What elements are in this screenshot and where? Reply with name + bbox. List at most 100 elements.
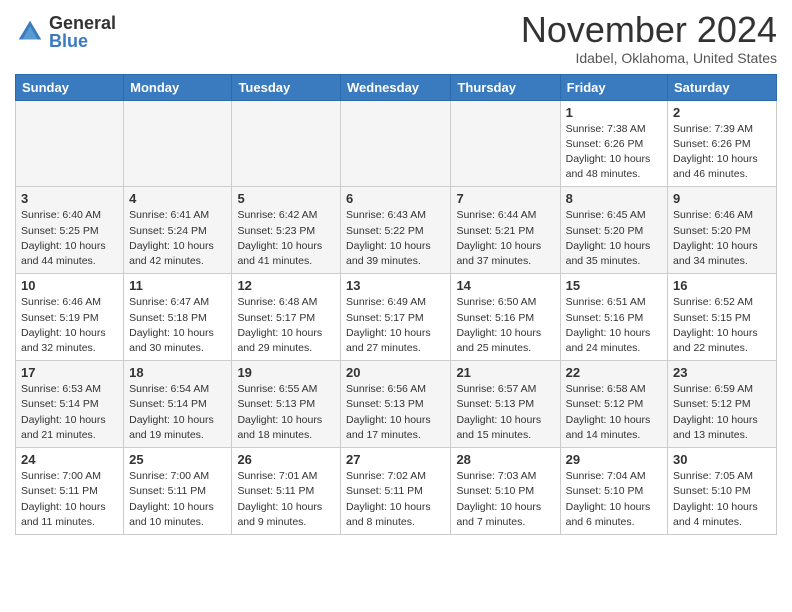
day-number: 8 (566, 191, 662, 206)
day-info: Sunrise: 7:05 AM Sunset: 5:10 PM Dayligh… (673, 469, 771, 530)
day-number: 29 (566, 452, 662, 467)
calendar-day: 1 Sunrise: 7:38 AM Sunset: 6:26 PM Daylig… (560, 100, 667, 187)
page-container: General Blue November 2024 Idabel, Oklah… (0, 0, 792, 550)
calendar-day: 23 Sunrise: 6:59 AM Sunset: 5:12 PM Dayli… (668, 361, 777, 448)
calendar-day (124, 100, 232, 187)
calendar-day: 22 Sunrise: 6:58 AM Sunset: 5:12 PM Dayli… (560, 361, 667, 448)
day-info: Sunrise: 6:51 AM Sunset: 5:16 PM Dayligh… (566, 295, 662, 356)
day-number: 14 (456, 278, 554, 293)
day-info: Sunrise: 6:58 AM Sunset: 5:12 PM Dayligh… (566, 382, 662, 443)
day-number: 12 (237, 278, 335, 293)
day-info: Sunrise: 6:52 AM Sunset: 5:15 PM Dayligh… (673, 295, 771, 356)
calendar-day: 28 Sunrise: 7:03 AM Sunset: 5:10 PM Dayli… (451, 448, 560, 535)
day-number: 20 (346, 365, 445, 380)
day-info: Sunrise: 6:54 AM Sunset: 5:14 PM Dayligh… (129, 382, 226, 443)
calendar-header-saturday: Saturday (668, 74, 777, 100)
location: Idabel, Oklahoma, United States (521, 50, 777, 66)
page-header: General Blue November 2024 Idabel, Oklah… (15, 10, 777, 66)
calendar-day (341, 100, 451, 187)
calendar-day: 20 Sunrise: 6:56 AM Sunset: 5:13 PM Dayli… (341, 361, 451, 448)
calendar-day: 2Sunrise: 7:39 AM Sunset: 6:26 PM Daylig… (668, 100, 777, 187)
logo-icon (15, 17, 45, 47)
day-number: 6 (346, 191, 445, 206)
day-info: Sunrise: 7:39 AM Sunset: 6:26 PM Dayligh… (673, 122, 771, 183)
day-info: Sunrise: 7:04 AM Sunset: 5:10 PM Dayligh… (566, 469, 662, 530)
calendar-week-1: 1 Sunrise: 7:38 AM Sunset: 6:26 PM Daylig… (16, 100, 777, 187)
calendar-day: 3Sunrise: 6:40 AM Sunset: 5:25 PM Daylig… (16, 187, 124, 274)
calendar-day: 21Sunrise: 6:57 AM Sunset: 5:13 PM Dayli… (451, 361, 560, 448)
day-number: 16 (673, 278, 771, 293)
day-info: Sunrise: 6:41 AM Sunset: 5:24 PM Dayligh… (129, 208, 226, 269)
calendar-table: SundayMondayTuesdayWednesdayThursdayFrid… (15, 74, 777, 535)
day-info: Sunrise: 7:00 AM Sunset: 5:11 PM Dayligh… (21, 469, 118, 530)
calendar-day (451, 100, 560, 187)
calendar-day: 9Sunrise: 6:46 AM Sunset: 5:20 PM Daylig… (668, 187, 777, 274)
day-number: 28 (456, 452, 554, 467)
calendar-week-3: 10 Sunrise: 6:46 AM Sunset: 5:19 PM Dayli… (16, 274, 777, 361)
day-info: Sunrise: 6:45 AM Sunset: 5:20 PM Dayligh… (566, 208, 662, 269)
calendar-day: 18Sunrise: 6:54 AM Sunset: 5:14 PM Dayli… (124, 361, 232, 448)
day-number: 21 (456, 365, 554, 380)
calendar-week-4: 17 Sunrise: 6:53 AM Sunset: 5:14 PM Dayli… (16, 361, 777, 448)
day-number: 26 (237, 452, 335, 467)
day-info: Sunrise: 6:56 AM Sunset: 5:13 PM Dayligh… (346, 382, 445, 443)
calendar-day: 7 Sunrise: 6:44 AM Sunset: 5:21 PM Daylig… (451, 187, 560, 274)
calendar-header-wednesday: Wednesday (341, 74, 451, 100)
day-info: Sunrise: 6:47 AM Sunset: 5:18 PM Dayligh… (129, 295, 226, 356)
logo-blue-text: Blue (49, 32, 116, 50)
month-title: November 2024 (521, 10, 777, 50)
day-info: Sunrise: 6:59 AM Sunset: 5:12 PM Dayligh… (673, 382, 771, 443)
day-number: 1 (566, 105, 662, 120)
day-info: Sunrise: 6:44 AM Sunset: 5:21 PM Dayligh… (456, 208, 554, 269)
day-number: 7 (456, 191, 554, 206)
calendar-day: 25 Sunrise: 7:00 AM Sunset: 5:11 PM Dayli… (124, 448, 232, 535)
day-number: 25 (129, 452, 226, 467)
calendar-day: 16 Sunrise: 6:52 AM Sunset: 5:15 PM Dayli… (668, 274, 777, 361)
calendar-day: 15 Sunrise: 6:51 AM Sunset: 5:16 PM Dayli… (560, 274, 667, 361)
day-info: Sunrise: 6:42 AM Sunset: 5:23 PM Dayligh… (237, 208, 335, 269)
calendar-day: 26Sunrise: 7:01 AM Sunset: 5:11 PM Dayli… (232, 448, 341, 535)
day-info: Sunrise: 6:46 AM Sunset: 5:19 PM Dayligh… (21, 295, 118, 356)
day-number: 22 (566, 365, 662, 380)
day-number: 10 (21, 278, 118, 293)
title-block: November 2024 Idabel, Oklahoma, United S… (521, 10, 777, 66)
day-info: Sunrise: 6:43 AM Sunset: 5:22 PM Dayligh… (346, 208, 445, 269)
calendar-day: 5Sunrise: 6:42 AM Sunset: 5:23 PM Daylig… (232, 187, 341, 274)
calendar-day (16, 100, 124, 187)
calendar-header-monday: Monday (124, 74, 232, 100)
day-number: 24 (21, 452, 118, 467)
day-info: Sunrise: 6:53 AM Sunset: 5:14 PM Dayligh… (21, 382, 118, 443)
day-info: Sunrise: 6:46 AM Sunset: 5:20 PM Dayligh… (673, 208, 771, 269)
calendar-day: 13 Sunrise: 6:49 AM Sunset: 5:17 PM Dayli… (341, 274, 451, 361)
calendar-week-2: 3Sunrise: 6:40 AM Sunset: 5:25 PM Daylig… (16, 187, 777, 274)
calendar-day: 11 Sunrise: 6:47 AM Sunset: 5:18 PM Dayli… (124, 274, 232, 361)
day-info: Sunrise: 7:38 AM Sunset: 6:26 PM Dayligh… (566, 122, 662, 183)
logo-general: General (49, 14, 116, 32)
calendar-day: 8 Sunrise: 6:45 AM Sunset: 5:20 PM Daylig… (560, 187, 667, 274)
day-number: 4 (129, 191, 226, 206)
day-number: 19 (237, 365, 335, 380)
day-info: Sunrise: 7:02 AM Sunset: 5:11 PM Dayligh… (346, 469, 445, 530)
calendar-header-tuesday: Tuesday (232, 74, 341, 100)
calendar-week-5: 24 Sunrise: 7:00 AM Sunset: 5:11 PM Dayli… (16, 448, 777, 535)
day-number: 11 (129, 278, 226, 293)
day-info: Sunrise: 6:55 AM Sunset: 5:13 PM Dayligh… (237, 382, 335, 443)
calendar-day (232, 100, 341, 187)
calendar-day: 19 Sunrise: 6:55 AM Sunset: 5:13 PM Dayli… (232, 361, 341, 448)
day-number: 15 (566, 278, 662, 293)
calendar-header-row: SundayMondayTuesdayWednesdayThursdayFrid… (16, 74, 777, 100)
logo: General Blue (15, 14, 116, 50)
day-info: Sunrise: 6:40 AM Sunset: 5:25 PM Dayligh… (21, 208, 118, 269)
calendar-day: 12Sunrise: 6:48 AM Sunset: 5:17 PM Dayli… (232, 274, 341, 361)
calendar-header-friday: Friday (560, 74, 667, 100)
day-number: 23 (673, 365, 771, 380)
day-number: 13 (346, 278, 445, 293)
day-info: Sunrise: 7:03 AM Sunset: 5:10 PM Dayligh… (456, 469, 554, 530)
day-info: Sunrise: 6:49 AM Sunset: 5:17 PM Dayligh… (346, 295, 445, 356)
day-info: Sunrise: 7:00 AM Sunset: 5:11 PM Dayligh… (129, 469, 226, 530)
calendar-header-thursday: Thursday (451, 74, 560, 100)
calendar-day: 17 Sunrise: 6:53 AM Sunset: 5:14 PM Dayli… (16, 361, 124, 448)
day-number: 17 (21, 365, 118, 380)
day-info: Sunrise: 6:50 AM Sunset: 5:16 PM Dayligh… (456, 295, 554, 356)
calendar-day: 6 Sunrise: 6:43 AM Sunset: 5:22 PM Daylig… (341, 187, 451, 274)
